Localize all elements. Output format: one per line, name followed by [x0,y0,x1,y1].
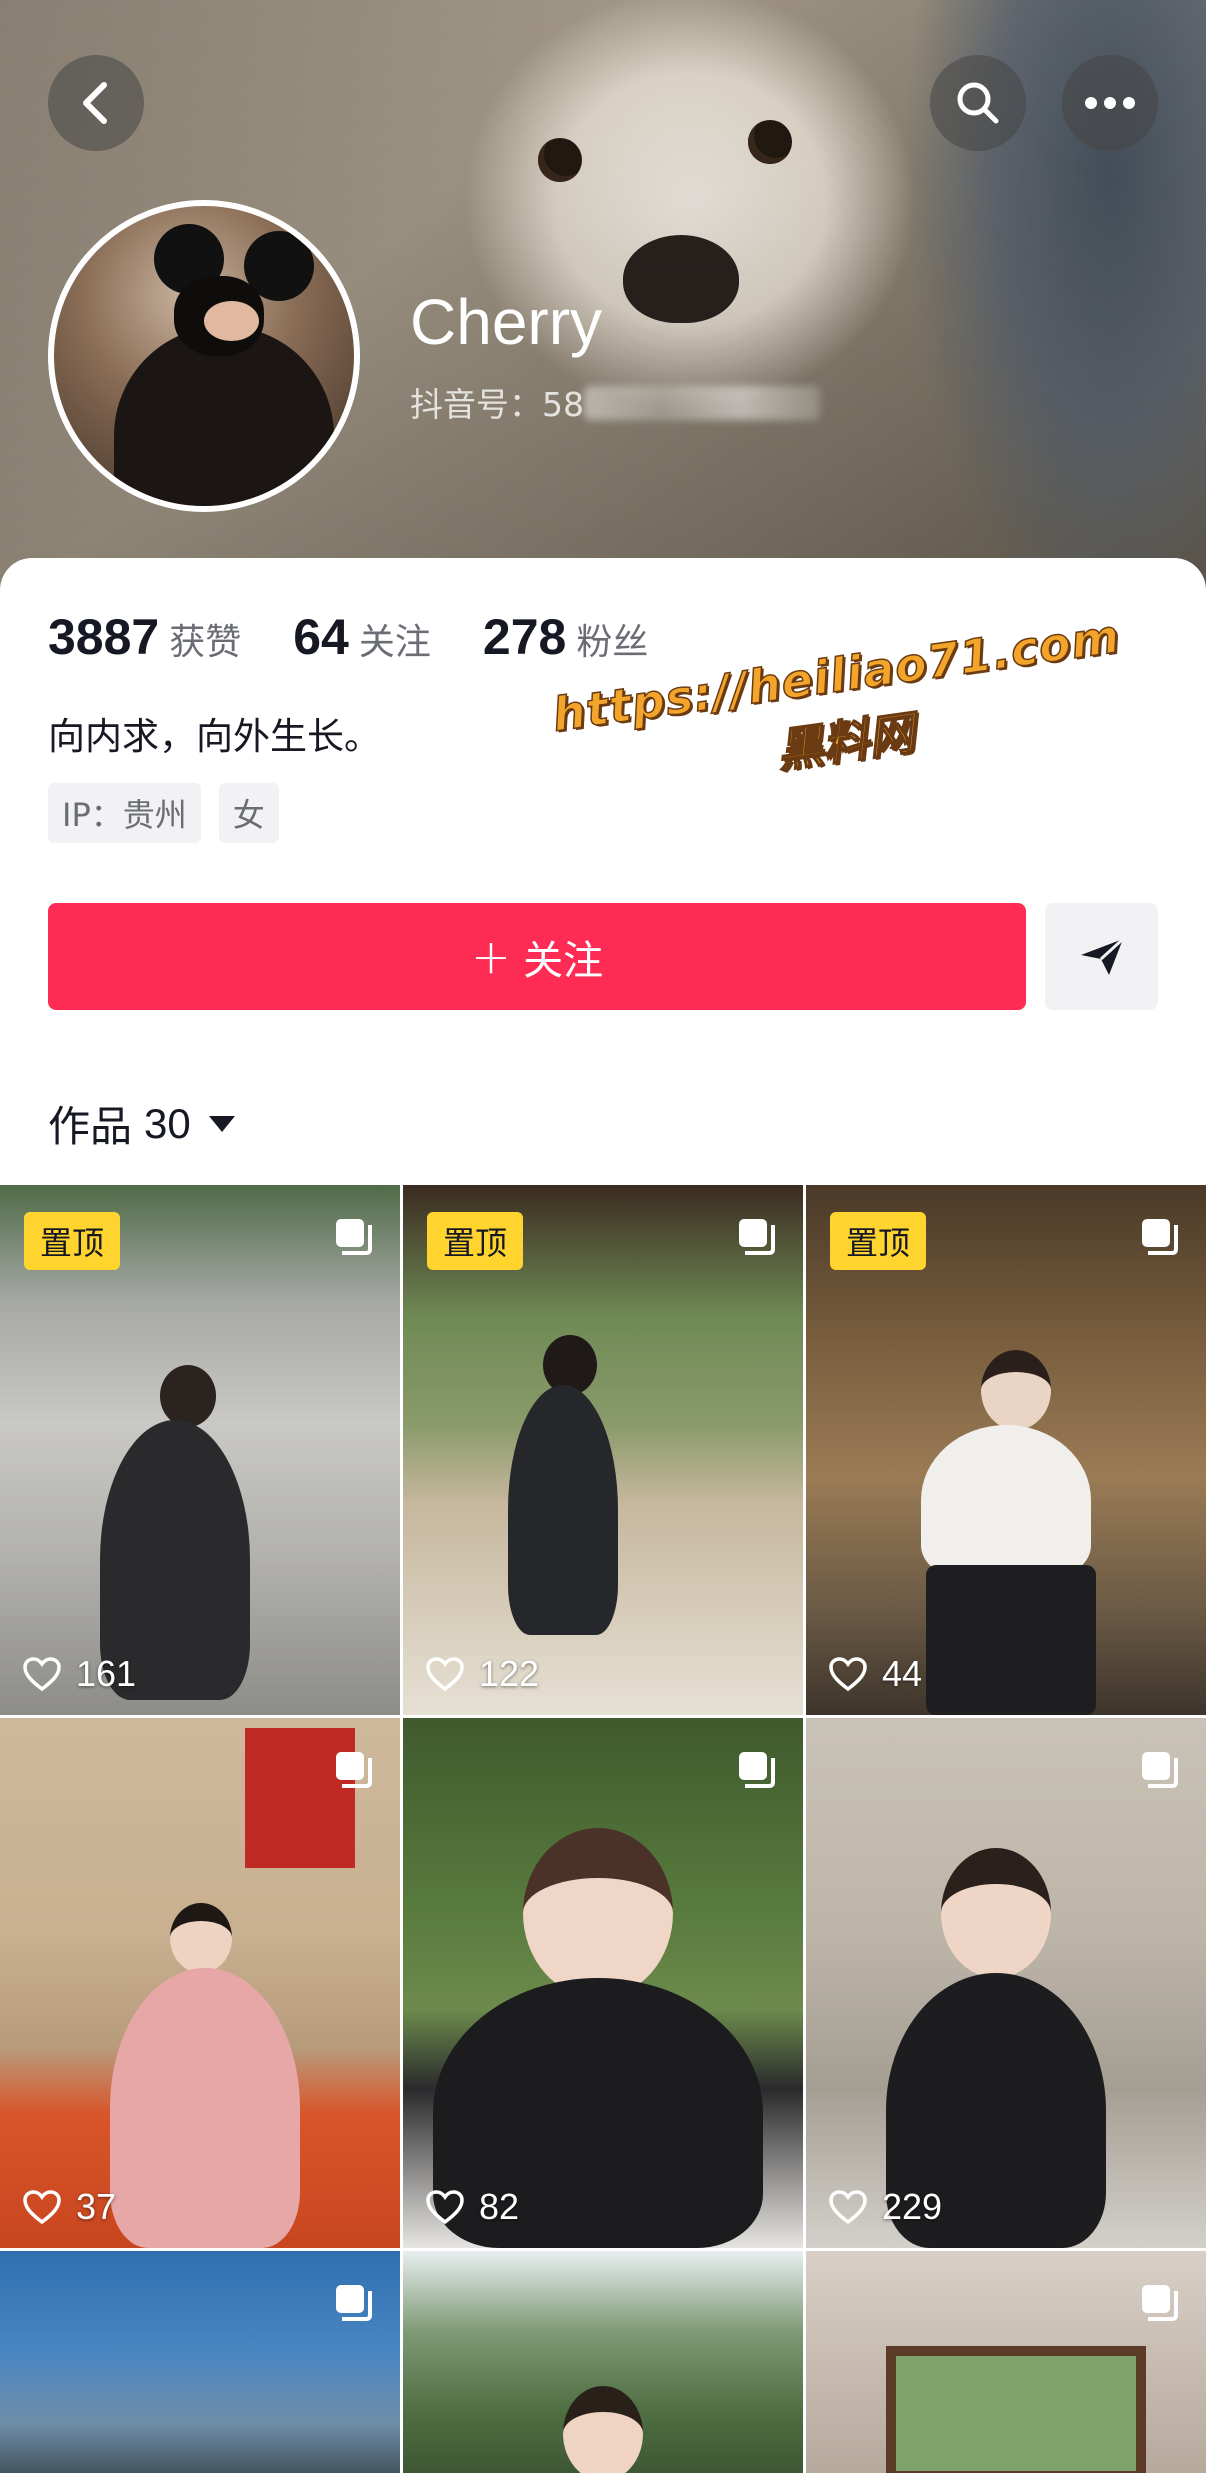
plus-icon: + [470,928,512,985]
video-tile[interactable] [403,2251,803,2473]
heart-icon [23,2190,61,2225]
like-count: 122 [425,1653,539,1695]
follow-button-label: 关注 [523,937,604,984]
chevron-left-icon [83,82,107,124]
multi-image-icon [1142,2285,1178,2321]
follow-button[interactable]: + 关注 [48,903,1026,1010]
profile-card: 3887 获赞 64 关注 278 粉丝 向内求，向外生长。 IP：贵州 女 h… [0,558,1206,1183]
video-tile[interactable]: 置顶 161 [0,1185,400,1715]
like-count: 229 [828,2186,942,2228]
heart-icon [829,1657,867,1692]
stat-following-value: 64 [293,609,349,665]
send-message-button[interactable] [1045,903,1158,1010]
multi-image-icon [739,1752,775,1788]
like-count-value: 229 [882,2186,943,2227]
heart-icon [829,2190,867,2225]
like-count-value: 44 [882,1653,923,1694]
search-icon [957,82,999,124]
video-tile[interactable]: 229 [806,1718,1206,2248]
stat-following-label: 关注 [358,622,431,663]
heart-icon [23,1657,61,1692]
pinned-badge: 置顶 [427,1212,523,1270]
stat-followers-label: 粉丝 [576,622,649,663]
like-count-value: 122 [479,1653,540,1694]
stat-followers[interactable]: 278 粉丝 [483,608,648,666]
stat-likes[interactable]: 3887 获赞 [48,608,241,666]
video-tile[interactable] [806,2251,1206,2473]
more-dots-icon [1085,97,1135,109]
caret-down-icon [208,1115,235,1132]
pinned-badge: 置顶 [830,1212,926,1270]
like-count-value: 82 [479,2186,520,2227]
like-count: 44 [828,1653,922,1695]
tag-gender: 女 [218,783,279,843]
pinned-badge: 置顶 [24,1212,120,1270]
profile-name: Cherry [410,286,603,358]
heart-icon [426,2190,464,2225]
douyin-id-redacted [584,386,820,420]
stat-likes-label: 获赞 [169,622,242,663]
like-count: 161 [22,1653,136,1695]
video-tile[interactable]: 82 [403,1718,803,2248]
video-tile[interactable]: 37 [0,1718,400,2248]
multi-image-icon [1142,1752,1178,1788]
stats-row: 3887 获赞 64 关注 278 粉丝 [48,608,700,666]
multi-image-icon [336,2285,372,2321]
back-button[interactable] [48,55,144,151]
stat-following[interactable]: 64 关注 [293,608,431,666]
multi-image-icon [1142,1219,1178,1255]
douyin-id[interactable]: 抖音号：58 [410,378,820,426]
paper-plane-icon [1080,937,1124,975]
video-tile[interactable]: 置顶 44 [806,1185,1206,1715]
works-tab[interactable]: 作品 30 [48,1093,235,1154]
multi-image-icon [739,1219,775,1255]
like-count-value: 37 [76,2186,117,2227]
profile-cover: Cherry 抖音号：58 [0,0,1206,600]
stat-likes-value: 3887 [48,609,160,665]
like-count-value: 161 [76,1653,137,1694]
tag-ip-location: IP：贵州 [48,783,201,843]
profile-tags: IP：贵州 女 [48,783,297,843]
douyin-id-label: 抖音号：58 [410,385,584,424]
works-tab-label: 作品 [48,1102,133,1151]
avatar[interactable] [48,200,360,512]
search-button[interactable] [930,55,1026,151]
multi-image-icon [336,1219,372,1255]
video-tile[interactable] [0,2251,400,2473]
video-tile[interactable]: 置顶 122 [403,1185,803,1715]
more-options-button[interactable] [1062,55,1158,151]
works-count: 30 [144,1099,191,1147]
stat-followers-value: 278 [482,609,567,665]
multi-image-icon [336,1752,372,1788]
bio: 向内求，向外生长。 [48,715,381,758]
like-count: 82 [425,2186,519,2228]
like-count: 37 [22,2186,116,2228]
heart-icon [426,1657,464,1692]
